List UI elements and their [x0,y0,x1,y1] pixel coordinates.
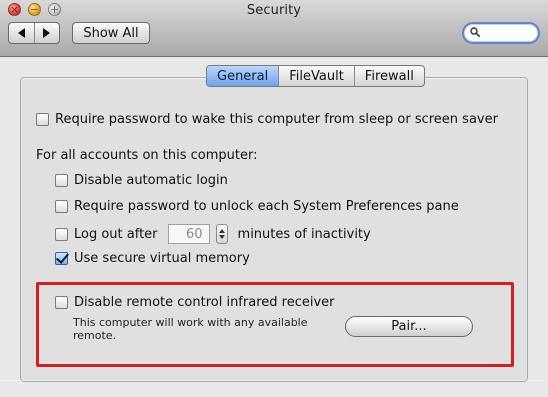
window-title: Security [246,3,302,18]
require-password-unlock-row: Require password to unlock each System P… [55,199,459,214]
back-button[interactable] [9,23,34,43]
tab-filevault[interactable]: FileVault [278,66,354,86]
disable-infrared-label: Disable remote control infrared receiver [74,295,335,310]
logout-after-label-before: Log out after [74,226,158,242]
disable-infrared-row: Disable remote control infrared receiver [55,295,334,310]
back-arrow-icon [17,28,25,38]
require-password-unlock-checkbox[interactable] [55,200,68,213]
security-preferences-window: × − + Security Show All General FileVaul… [0,0,548,397]
pair-button[interactable]: Pair... [345,316,473,337]
secure-virtual-memory-row: Use secure virtual memory [55,251,250,266]
security-tabs: General FileVault Firewall [206,65,425,87]
tab-firewall[interactable]: Firewall [353,66,424,86]
stepper-up-icon [218,229,225,233]
logout-after-label-after: minutes of inactivity [237,226,371,242]
forward-button[interactable] [33,23,60,43]
logout-minutes-field[interactable]: 60 [167,224,210,244]
tab-general[interactable]: General [207,66,279,86]
all-accounts-heading: For all accounts on this computer: [36,148,258,163]
require-password-unlock-label: Require password to unlock each System P… [74,199,459,214]
logout-after-checkbox[interactable] [55,227,68,241]
forward-arrow-icon [43,28,51,38]
stepper-down-icon [218,235,225,239]
disable-auto-login-checkbox[interactable] [55,174,68,187]
logout-after-row: Log out after 60 minutes of inactivity [55,224,371,244]
secure-virtual-memory-label: Use secure virtual memory [74,251,250,266]
logout-minutes-stepper[interactable] [215,224,228,244]
require-password-wake-label: Require password to wake this computer f… [55,112,498,127]
require-password-wake-checkbox[interactable] [36,113,49,126]
infrared-note: This computer will work with any availab… [73,316,308,342]
navigation-buttons [8,22,60,44]
disable-auto-login-label: Disable automatic login [74,173,228,188]
search-field[interactable] [462,22,540,44]
secure-virtual-memory-checkbox[interactable] [55,252,68,265]
all-accounts-heading-text: For all accounts on this computer: [36,148,258,163]
toolbar: × − + Security Show All [0,0,548,57]
require-password-wake-row: Require password to wake this computer f… [36,112,498,127]
disable-auto-login-row: Disable automatic login [55,173,228,188]
search-icon [470,27,480,37]
disable-infrared-checkbox[interactable] [55,296,68,309]
bottom-separator [0,380,548,381]
show-all-button[interactable]: Show All [72,22,150,44]
